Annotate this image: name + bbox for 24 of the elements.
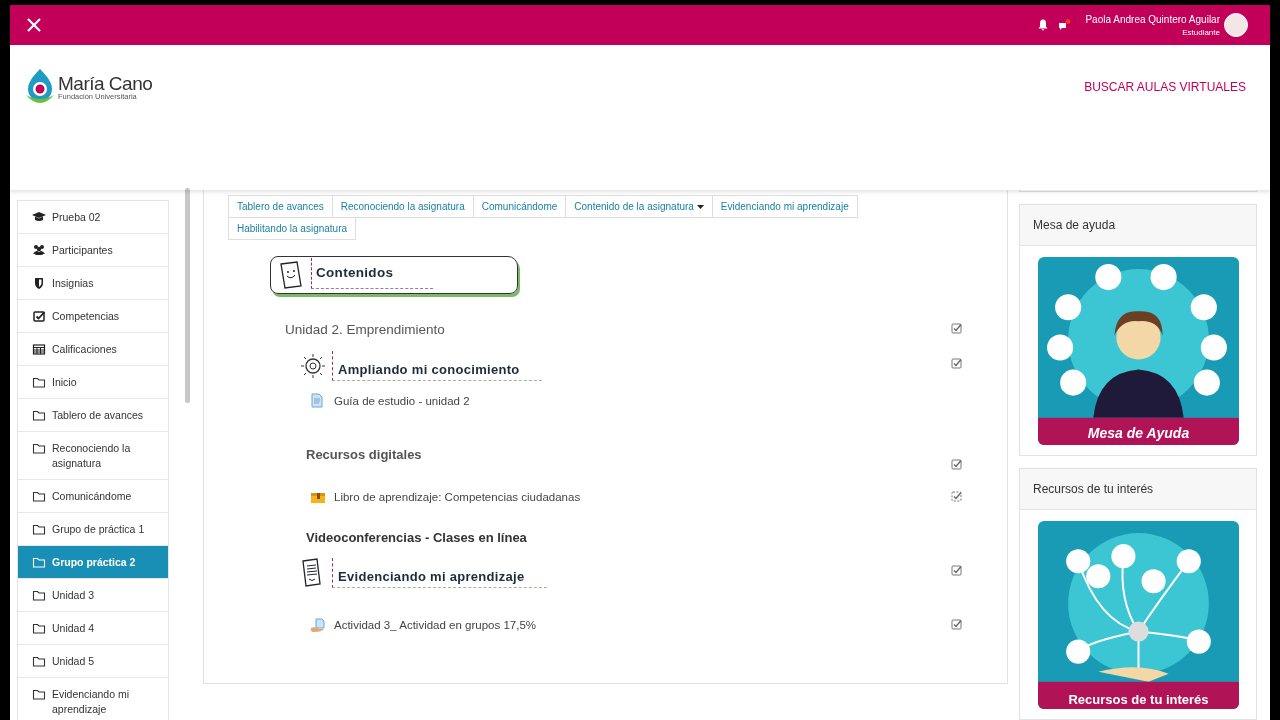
resource-link[interactable]: Libro de aprendizaje: Competencias ciudadanas xyxy=(334,491,581,503)
section-tab[interactable]: Comunicándome xyxy=(472,195,567,218)
banner-title: Evidenciando mi aprendizaje xyxy=(338,569,525,584)
unit-heading: Unidad 2. Emprendimiento xyxy=(285,321,445,337)
block-title: Mesa de ayuda xyxy=(1020,205,1256,246)
subsection-heading: Recursos digitales xyxy=(306,446,422,462)
user-role: Estudiante xyxy=(1182,27,1220,37)
resource-link[interactable]: Guía de estudio - unidad 2 xyxy=(334,394,470,407)
logo-name: María Cano xyxy=(58,73,153,93)
section-tab[interactable]: Reconociendo la asignatura xyxy=(331,195,474,218)
search-classrooms-link[interactable]: BUSCAR AULAS VIRTUALES xyxy=(1084,80,1246,94)
banner-caption: Recursos de tu interés xyxy=(1067,692,1210,707)
resource-link[interactable]: Actividad 3_ Actividad en grupos 17,5% xyxy=(334,619,537,631)
subsection-heading: Videoconferencias - Clases en línea xyxy=(306,530,527,545)
section-tab[interactable]: Habilitando la asignatura xyxy=(228,217,357,240)
sidebar-item[interactable]: Grupo práctica 2 xyxy=(18,546,169,579)
banner-title: Contenidos xyxy=(316,265,394,280)
section-tab[interactable]: Contenido de la asignatura xyxy=(565,195,713,218)
section-tab[interactable]: Evidenciando mi aprendizaje xyxy=(711,195,858,218)
user-name[interactable]: Paola Andrea Quintero Aguilar xyxy=(1085,13,1220,25)
banner-title: Ampliando mi conocimiento xyxy=(338,362,520,377)
block-title: Recursos de tu interés xyxy=(1020,469,1256,510)
section-tab[interactable]: Tablero de avances xyxy=(228,195,333,218)
banner-caption: Mesa de Ayuda xyxy=(1086,425,1191,441)
